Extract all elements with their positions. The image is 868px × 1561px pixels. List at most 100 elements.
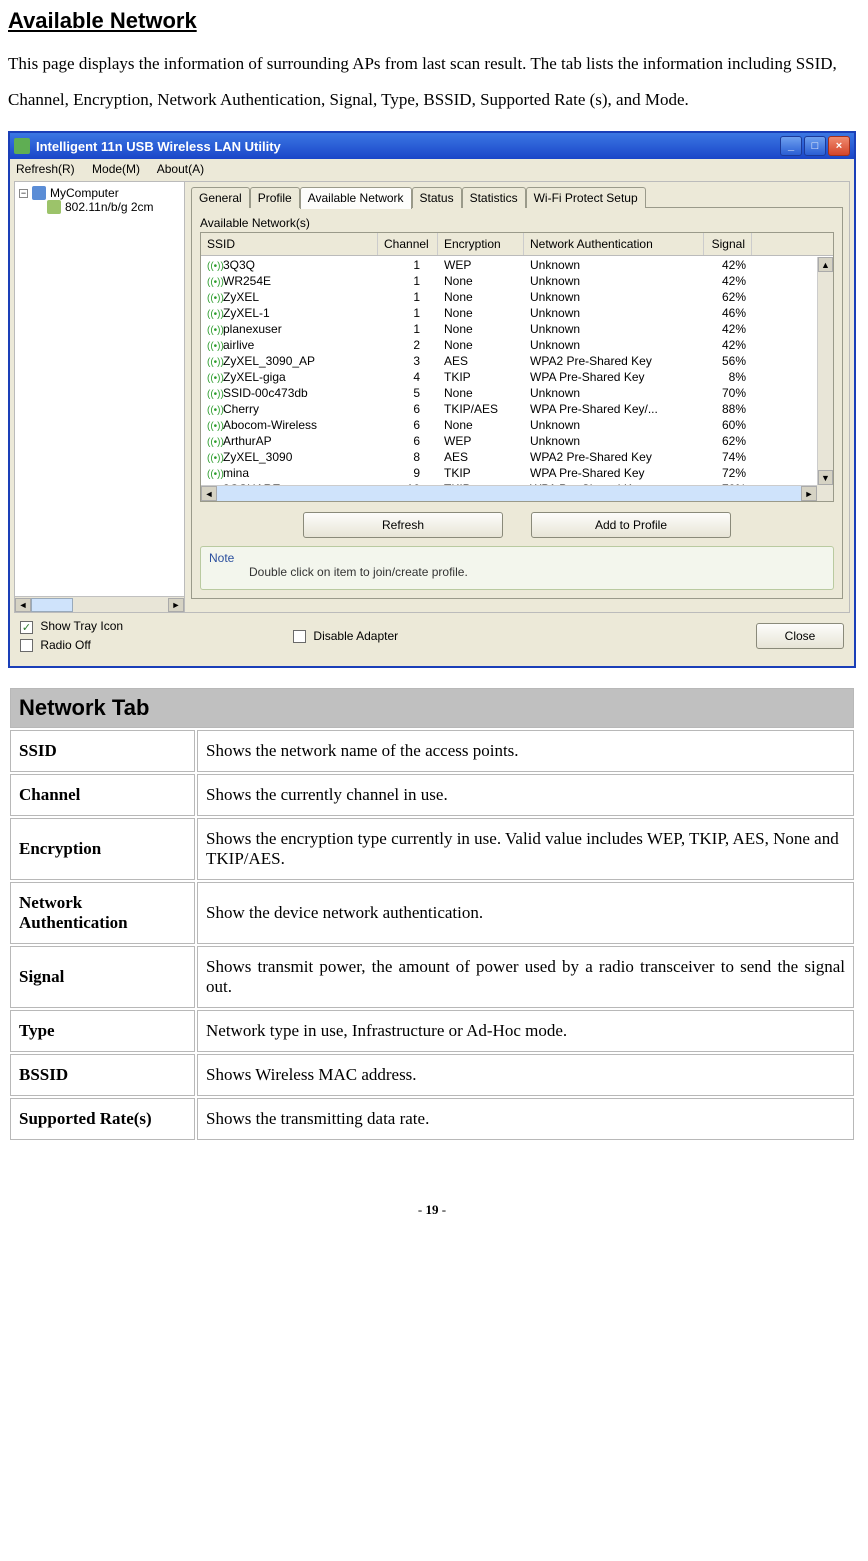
network-row[interactable]: ((•))Abocom-Wireless6NoneUnknown60%	[201, 417, 817, 433]
tab-statistics[interactable]: Statistics	[462, 187, 526, 208]
encryption-cell: TKIP	[438, 466, 524, 480]
definition-row: Network AuthenticationShow the device ne…	[10, 882, 854, 944]
scroll-left-icon[interactable]: ◄	[201, 486, 217, 501]
scroll-up-icon[interactable]: ▲	[818, 257, 833, 272]
menu-mode[interactable]: Mode(M)	[92, 162, 140, 176]
def-section-title: Network Tab	[10, 688, 854, 728]
maximize-button[interactable]: □	[804, 136, 826, 156]
network-row[interactable]: ((•))ZyXEL_30908AESWPA2 Pre-Shared Key74…	[201, 449, 817, 465]
listview-hscrollbar[interactable]: ◄ ►	[201, 485, 817, 501]
network-row[interactable]: ((•))WR254E1NoneUnknown42%	[201, 273, 817, 289]
window-close-button[interactable]: ×	[828, 136, 850, 156]
definition-row: SSIDShows the network name of the access…	[10, 730, 854, 772]
radio-off-checkbox[interactable]: Radio Off	[20, 638, 123, 652]
definition-row: BSSIDShows Wireless MAC address.	[10, 1054, 854, 1096]
network-row[interactable]: ((•))SSID-00c473db5NoneUnknown70%	[201, 385, 817, 401]
definition-desc: Show the device network authentication.	[197, 882, 854, 944]
definition-desc: Shows transmit power, the amount of powe…	[197, 946, 854, 1008]
scroll-down-icon[interactable]: ▼	[818, 470, 833, 485]
definition-term: Network Authentication	[10, 882, 195, 944]
channel-cell: 8	[378, 450, 438, 464]
encryption-cell: WEP	[438, 434, 524, 448]
ssid-cell: Cherry	[223, 402, 259, 416]
network-row[interactable]: ((•))ZyXEL-giga4TKIPWPA Pre-Shared Key8%	[201, 369, 817, 385]
tree-root[interactable]: − MyComputer	[19, 186, 180, 200]
tree-expander-icon[interactable]: −	[19, 189, 28, 198]
page-footer: - 19 -	[8, 1202, 856, 1218]
network-row[interactable]: ((•))ZyXEL-11NoneUnknown46%	[201, 305, 817, 321]
tree-child[interactable]: 802.11n/b/g 2cm	[47, 200, 180, 214]
definition-desc: Shows the currently channel in use.	[197, 774, 854, 816]
disable-adapter-label: Disable Adapter	[313, 629, 398, 643]
tab-wps[interactable]: Wi-Fi Protect Setup	[526, 187, 646, 208]
scroll-right-icon[interactable]: ►	[801, 486, 817, 501]
scroll-right-icon[interactable]: ►	[168, 598, 184, 612]
tab-panel: Available Network(s) SSID Channel Encryp…	[191, 207, 843, 599]
tab-status[interactable]: Status	[412, 187, 462, 208]
page-title: Available Network	[8, 8, 856, 34]
col-channel[interactable]: Channel	[378, 233, 438, 255]
tree-hscrollbar[interactable]: ◄ ►	[15, 596, 184, 612]
signal-cell: 42%	[704, 258, 752, 272]
add-to-profile-button[interactable]: Add to Profile	[531, 512, 731, 538]
ssid-cell: mina	[223, 466, 249, 480]
tab-profile[interactable]: Profile	[250, 187, 300, 208]
encryption-cell: None	[438, 386, 524, 400]
col-encryption[interactable]: Encryption	[438, 233, 524, 255]
col-ssid[interactable]: SSID	[201, 233, 378, 255]
channel-cell: 2	[378, 338, 438, 352]
wifi-icon: ((•))	[207, 341, 221, 353]
ssid-cell: ZyXEL	[223, 290, 259, 304]
menu-refresh[interactable]: Refresh(R)	[16, 162, 75, 176]
scroll-thumb[interactable]	[31, 598, 73, 612]
signal-cell: 60%	[704, 418, 752, 432]
scroll-left-icon[interactable]: ◄	[15, 598, 31, 612]
col-auth[interactable]: Network Authentication	[524, 233, 704, 255]
definition-desc: Network type in use, Infrastructure or A…	[197, 1010, 854, 1052]
close-button[interactable]: Close	[756, 623, 844, 649]
definition-term: Channel	[10, 774, 195, 816]
computer-icon	[32, 186, 46, 200]
auth-cell: Unknown	[524, 386, 704, 400]
network-row[interactable]: ((•))airlive2NoneUnknown42%	[201, 337, 817, 353]
auth-cell: Unknown	[524, 322, 704, 336]
network-row[interactable]: ((•))Cherry6TKIP/AESWPA Pre-Shared Key/.…	[201, 401, 817, 417]
col-signal[interactable]: Signal	[704, 233, 752, 255]
ssid-cell: ArthurAP	[223, 434, 272, 448]
scroll-track[interactable]	[217, 486, 801, 501]
auth-cell: WPA2 Pre-Shared Key	[524, 450, 704, 464]
adapter-icon	[47, 200, 61, 214]
encryption-cell: None	[438, 290, 524, 304]
tree-root-label: MyComputer	[50, 186, 119, 200]
listview-vscrollbar[interactable]: ▲ ▼	[817, 257, 833, 485]
show-tray-checkbox[interactable]: ✓ Show Tray Icon	[20, 619, 123, 633]
ssid-cell: 3Q3Q	[223, 258, 255, 272]
auth-cell: Unknown	[524, 434, 704, 448]
tab-general[interactable]: General	[191, 187, 250, 208]
ssid-cell: airlive	[223, 338, 254, 352]
window-title: Intelligent 11n USB Wireless LAN Utility	[36, 139, 780, 154]
menu-about[interactable]: About(A)	[157, 162, 204, 176]
definition-term: BSSID	[10, 1054, 195, 1096]
network-row[interactable]: ((•))mina9TKIPWPA Pre-Shared Key72%	[201, 465, 817, 481]
network-row[interactable]: ((•))ArthurAP6WEPUnknown62%	[201, 433, 817, 449]
minimize-button[interactable]: _	[780, 136, 802, 156]
wifi-icon: ((•))	[207, 421, 221, 433]
app-icon	[14, 138, 30, 154]
window-controls: _ □ ×	[780, 136, 850, 156]
network-row[interactable]: ((•))3Q3Q1WEPUnknown42%	[201, 257, 817, 273]
refresh-button[interactable]: Refresh	[303, 512, 503, 538]
tab-available-network[interactable]: Available Network	[300, 187, 412, 209]
network-row[interactable]: ((•))planexuser1NoneUnknown42%	[201, 321, 817, 337]
encryption-cell: TKIP/AES	[438, 402, 524, 416]
network-row[interactable]: ((•))ZyXEL1NoneUnknown62%	[201, 289, 817, 305]
wifi-icon: ((•))	[207, 405, 221, 417]
definition-term: Signal	[10, 946, 195, 1008]
network-row[interactable]: ((•))ZyXEL_3090_AP3AESWPA2 Pre-Shared Ke…	[201, 353, 817, 369]
disable-adapter-checkbox[interactable]: Disable Adapter	[293, 629, 398, 643]
definition-row: EncryptionShows the encryption type curr…	[10, 818, 854, 880]
encryption-cell: TKIP	[438, 370, 524, 384]
auth-cell: Unknown	[524, 258, 704, 272]
wifi-icon: ((•))	[207, 469, 221, 481]
definition-row: Supported Rate(s)Shows the transmitting …	[10, 1098, 854, 1140]
